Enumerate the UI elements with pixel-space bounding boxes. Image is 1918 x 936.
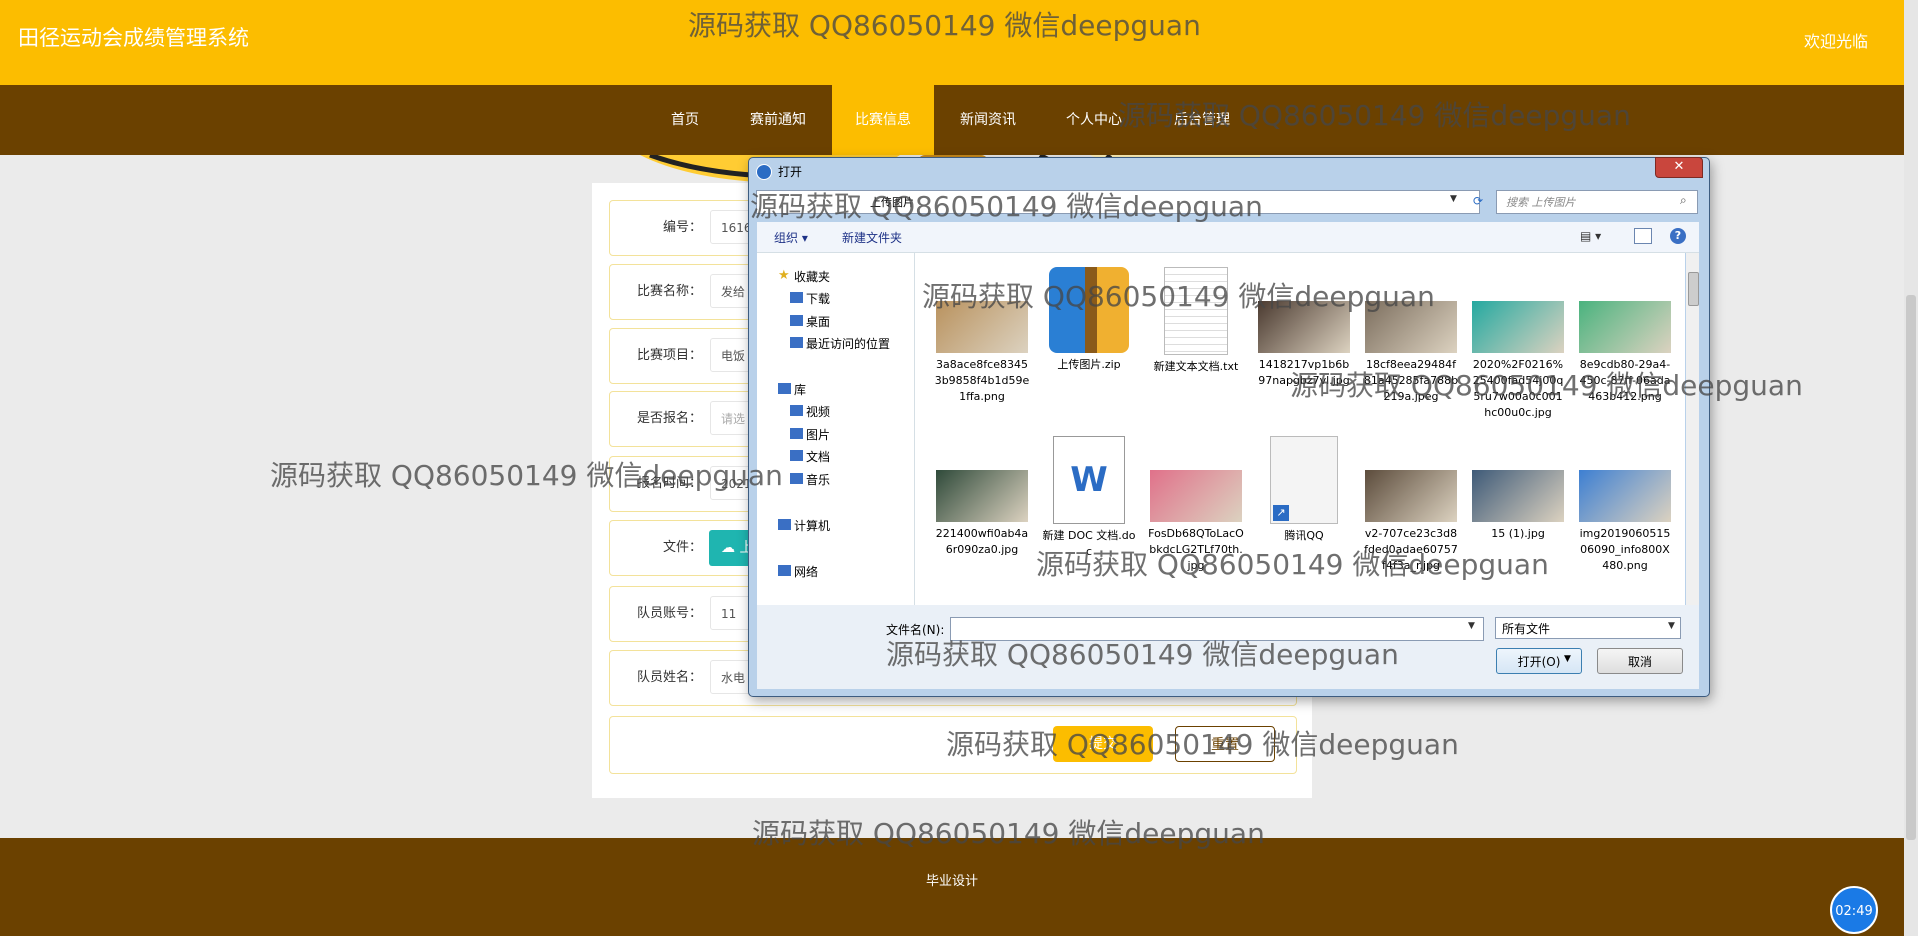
file-name: 221400wfi0ab4a6r090za0.jpg — [935, 527, 1029, 556]
desktop-icon — [790, 315, 803, 326]
organize-button[interactable]: 组织 ▾ — [774, 229, 808, 246]
star-icon: ★ — [778, 268, 790, 283]
recent-places-icon — [790, 337, 803, 348]
nav-tree-item[interactable]: 图片 — [806, 426, 830, 443]
image-thumbnail — [1150, 470, 1242, 522]
new-folder-button[interactable]: 新建文件夹 — [842, 229, 902, 246]
address-dropdown-icon[interactable]: ▼ — [1450, 194, 1457, 204]
watermark: 源码获取 QQ86050149 微信deepguan — [1036, 548, 1549, 581]
image-thumbnail — [1472, 470, 1564, 522]
file-name: 15 (1).jpg — [1491, 527, 1545, 540]
file-type-dropdown-icon[interactable]: ▼ — [1668, 621, 1675, 631]
refresh-icon[interactable]: ⟳ — [1468, 190, 1488, 212]
watermark: 源码获取 QQ86050149 微信deepguan — [688, 9, 1201, 42]
pictures-library-icon — [790, 428, 803, 439]
clock-badge: 02:49 — [1830, 886, 1878, 934]
help-icon[interactable]: ? — [1670, 228, 1686, 244]
nav-match-info[interactable]: 比赛信息 — [832, 85, 934, 155]
file-type-select[interactable]: 所有文件 — [1495, 617, 1681, 639]
word-document-icon: W — [1053, 436, 1125, 524]
watermark: 源码获取 QQ86050149 微信deepguan — [1118, 99, 1631, 132]
cloud-upload-icon: ☁ — [721, 540, 740, 556]
site-title: 田径运动会成绩管理系统 — [18, 26, 249, 50]
watermark: 源码获取 QQ86050149 微信deepguan — [750, 190, 1263, 223]
registered-label: 是否报名： — [636, 411, 702, 426]
file-item[interactable]: 15 (1).jpg — [1470, 470, 1566, 542]
event-label: 比赛项目： — [636, 348, 702, 363]
image-thumbnail — [1579, 301, 1671, 353]
nav-tree-item[interactable]: 计算机 — [794, 517, 830, 534]
welcome-text: 欢迎光临 — [1804, 32, 1869, 51]
watermark: 源码获取 QQ86050149 微信deepguan — [1290, 369, 1803, 402]
nav-tree-item[interactable]: 文档 — [806, 448, 830, 465]
file-name: 腾讯QQ — [1284, 529, 1324, 542]
file-item[interactable]: img201906051506090_info800X480.png — [1577, 470, 1673, 574]
network-icon — [778, 565, 791, 576]
file-name: 上传图片.zip — [1057, 358, 1121, 371]
shortcut-file-icon: ↗ — [1270, 436, 1338, 524]
nav-tree-item[interactable]: 库 — [794, 381, 806, 398]
nav-tree-item[interactable]: 最近访问的位置 — [806, 335, 890, 352]
dialog-app-icon — [756, 164, 772, 180]
library-icon — [778, 383, 791, 394]
view-options-icon[interactable]: ▤ ▾ — [1580, 229, 1601, 243]
navigation-pane — [757, 253, 915, 605]
watermark: 源码获取 QQ86050149 微信deepguan — [752, 817, 1265, 850]
id-label: 编号： — [662, 220, 702, 235]
match-name-label: 比赛名称： — [636, 284, 702, 299]
file-name: img201906051506090_info800X480.png — [1579, 527, 1671, 572]
filename-dropdown-icon[interactable]: ▼ — [1468, 621, 1475, 631]
shortcut-arrow-icon: ↗ — [1273, 505, 1289, 521]
watermark: 源码获取 QQ86050149 微信deepguan — [922, 280, 1435, 313]
nav-tree-item[interactable]: 音乐 — [806, 471, 830, 488]
documents-library-icon — [790, 450, 803, 461]
nav-home[interactable]: 首页 — [652, 85, 718, 155]
nav-tree-item[interactable]: 桌面 — [806, 313, 830, 330]
video-library-icon — [790, 405, 803, 416]
file-label: 文件： — [662, 540, 702, 555]
nav-tree-item[interactable]: 下载 — [806, 290, 830, 307]
nav-tree-item[interactable]: 网络 — [794, 563, 818, 580]
dialog-title: 打开 — [778, 165, 803, 179]
download-folder-icon — [790, 292, 803, 303]
nav-notice[interactable]: 赛前通知 — [736, 85, 820, 155]
file-item[interactable]: 3a8ace8fce83453b9858f4b1d59e1ffa.png — [934, 301, 1030, 405]
member-name-label: 队员姓名： — [636, 670, 702, 685]
file-list-scroll-thumb[interactable] — [1688, 272, 1699, 306]
watermark: 源码获取 QQ86050149 微信deepguan — [946, 728, 1459, 761]
image-thumbnail — [1365, 470, 1457, 522]
image-thumbnail — [1472, 301, 1564, 353]
music-library-icon — [790, 473, 803, 484]
open-split-arrow-icon[interactable]: ▼ — [1564, 654, 1571, 664]
file-item[interactable]: ↗ 腾讯QQ — [1256, 436, 1352, 544]
search-icon[interactable]: ⌕ — [1680, 193, 1687, 208]
nav-tree-item[interactable]: 视频 — [806, 403, 830, 420]
preview-pane-icon[interactable] — [1634, 228, 1652, 244]
page-scroll-thumb[interactable] — [1906, 295, 1916, 840]
file-name: 3a8ace8fce83453b9858f4b1d59e1ffa.png — [934, 358, 1030, 403]
computer-icon — [778, 519, 791, 530]
file-item[interactable]: 221400wfi0ab4a6r090za0.jpg — [934, 470, 1030, 558]
nav-news[interactable]: 新闻资讯 — [946, 85, 1030, 155]
image-thumbnail — [1579, 470, 1671, 522]
dialog-close-button[interactable]: ✕ — [1655, 157, 1703, 178]
footer-text: 毕业设计 — [925, 874, 978, 889]
cancel-button[interactable]: 取消 — [1597, 648, 1683, 674]
dialog-search-placeholder: 搜索 上传图片 — [1506, 196, 1576, 209]
image-thumbnail — [936, 470, 1028, 522]
nav-tree-item[interactable]: 收藏夹 — [794, 268, 830, 285]
watermark: 源码获取 QQ86050149 微信deepguan — [886, 638, 1399, 671]
member-account-label: 队员账号： — [636, 606, 702, 621]
file-name: 新建文本文档.txt — [1153, 360, 1239, 373]
watermark: 源码获取 QQ86050149 微信deepguan — [270, 459, 783, 492]
